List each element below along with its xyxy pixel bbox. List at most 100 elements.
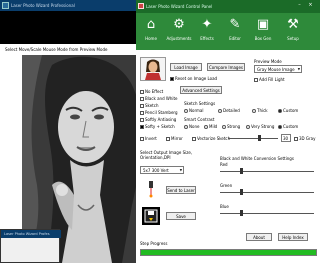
3d-gray-box[interactable]: [294, 136, 298, 141]
radio-circle[interactable]: [278, 124, 282, 129]
contrast-custom-radio[interactable]: Custom: [278, 124, 298, 129]
radio-circle[interactable]: [278, 108, 282, 113]
effect-option-label: Black and White: [145, 96, 178, 101]
sketch-detailed-radio[interactable]: Detailed: [218, 108, 240, 113]
about-button[interactable]: About: [246, 233, 272, 241]
toolbar-effects-button[interactable]: ✦ Effects: [194, 16, 220, 48]
radio-circle[interactable]: [184, 124, 188, 129]
contrast-none-radio[interactable]: None: [184, 124, 199, 129]
toolbar-box-gen-button[interactable]: ▣ Box Gen: [250, 16, 276, 48]
advanced-settings-button[interactable]: Advanced Settings: [180, 86, 222, 94]
effect-option-no-effect[interactable]: No Effect: [140, 89, 163, 94]
toolbar-adjustments-label: Adjustments: [166, 36, 192, 41]
radio-label: None: [189, 124, 200, 129]
effect-option-box[interactable]: [140, 89, 144, 94]
background-window-titlebar[interactable]: Laser Photo Wizard Professional: [0, 0, 150, 11]
vectorize-label: Vectorize Sketch: [197, 136, 231, 141]
effect-option-softly[interactable]: Softly Antiasing: [140, 117, 176, 122]
red-label: Red: [220, 162, 228, 167]
reset-on-load-label: Reset on Image Load: [175, 76, 218, 81]
mirror-checkbox[interactable]: Mirror: [166, 136, 183, 141]
minimize-icon[interactable]: –: [296, 3, 303, 9]
secondary-window-title: Laser Photo Wizard Profes: [4, 232, 50, 236]
help-index-button[interactable]: Help Index: [278, 233, 308, 241]
invert-checkbox[interactable]: Invert: [140, 136, 157, 141]
effect-option-box[interactable]: [140, 103, 144, 108]
save-button[interactable]: Save: [166, 212, 196, 220]
compare-images-button[interactable]: Compare Images: [207, 63, 245, 71]
radio-label: Normal: [189, 108, 204, 113]
invert-box[interactable]: [140, 136, 144, 141]
radio-circle[interactable]: [204, 124, 208, 129]
chevron-down-icon: ▼: [179, 168, 182, 172]
mirror-box[interactable]: [166, 136, 170, 141]
slider-3d[interactable]: [228, 135, 278, 141]
blue-slider[interactable]: [220, 210, 314, 216]
effect-option-label: No Effect: [145, 89, 164, 94]
effect-option-label: Sketch: [145, 103, 159, 108]
green-slider[interactable]: [220, 189, 314, 195]
red-slider[interactable]: [220, 168, 314, 174]
effect-option-black-and-white[interactable]: Black and White: [140, 96, 178, 101]
toolbar-box-gen-label: Box Gen: [254, 36, 272, 41]
contrast-very-strong-radio[interactable]: Very Strong: [246, 124, 274, 129]
effect-option-sketch[interactable]: Sketch: [140, 103, 158, 108]
toolbar-setup-button[interactable]: ⚒ Setup: [280, 16, 306, 48]
invert-label: Invert: [145, 136, 157, 141]
toolbar-setup-label: Setup: [287, 36, 299, 41]
sketch-normal-radio[interactable]: Normal: [184, 108, 203, 113]
contrast-mild-radio[interactable]: Mild: [204, 124, 217, 129]
slider-thumb[interactable]: [240, 168, 243, 174]
control-panel-titlebar[interactable]: Laser Photo Wizard Control Panel – ×: [136, 0, 320, 13]
bw-settings-label: Black and White Conversion Settings: [220, 156, 294, 161]
toolbar-editor-button[interactable]: ✎ Editor: [222, 16, 248, 48]
add-fill-light-label: Add Fill Light: [259, 77, 285, 82]
radio-circle[interactable]: [184, 108, 188, 113]
radio-circle[interactable]: [218, 108, 222, 113]
load-image-button[interactable]: Load Image: [170, 63, 202, 71]
effect-option-pencil[interactable]: Pencil Stamberg: [140, 110, 178, 115]
vectorize-box[interactable]: [192, 136, 196, 141]
slider-thumb[interactable]: [240, 210, 243, 216]
sketch-custom-radio[interactable]: Custom: [278, 108, 298, 113]
sketch-thick-radio[interactable]: Thick: [252, 108, 268, 113]
image-thumbnail: [140, 57, 166, 81]
vectorize-sketch-checkbox[interactable]: Vectorize Sketch: [192, 136, 230, 141]
slider-thumb[interactable]: [240, 189, 243, 195]
chevron-down-icon: ▼: [297, 67, 300, 71]
reset-on-load-box[interactable]: [170, 76, 174, 81]
blue-label: Blue: [220, 204, 229, 209]
radio-circle[interactable]: [246, 124, 250, 129]
effect-option-box[interactable]: [140, 117, 144, 122]
add-fill-light-box[interactable]: [254, 77, 258, 82]
control-panel-title: Laser Photo Wizard Control Panel: [146, 4, 213, 9]
output-size-select[interactable]: 5x7 300 Vert ▼: [140, 166, 184, 174]
portrait-thumbnail: [141, 58, 165, 80]
reset-on-load-checkbox[interactable]: Reset on Image Load: [170, 76, 217, 81]
radio-label: Mild: [209, 124, 218, 129]
send-to-laser-button[interactable]: Send to Laser: [166, 186, 196, 194]
slider-track: [220, 213, 314, 214]
toolbar-home-button[interactable]: ⌂ Home: [138, 16, 164, 48]
radio-circle[interactable]: [222, 124, 226, 129]
effect-option-box[interactable]: [140, 124, 144, 129]
effect-option-box[interactable]: [140, 96, 144, 101]
3d-gray-checkbox[interactable]: 3D Gray: [294, 136, 315, 141]
control-panel-window: Laser Photo Wizard Control Panel – × ⌂ H…: [136, 0, 320, 263]
close-icon[interactable]: ×: [307, 3, 314, 9]
effect-option-softy-sketch[interactable]: Softy + Sketch: [140, 124, 175, 129]
effect-option-box[interactable]: [140, 110, 144, 115]
effect-option-label: Pencil Stamberg: [145, 110, 178, 115]
add-fill-light-checkbox[interactable]: Add Fill Light: [254, 77, 285, 82]
radio-circle[interactable]: [252, 108, 256, 113]
dimension-input[interactable]: 30: [281, 134, 291, 142]
save-icon-graphic: [144, 209, 158, 223]
contrast-strong-radio[interactable]: Strong: [222, 124, 240, 129]
secondary-window-titlebar[interactable]: Laser Photo Wizard Profes: [1, 230, 61, 238]
toolbar-adjustments-button[interactable]: ⚙ Adjustments: [166, 16, 192, 48]
preview-mode-select[interactable]: Gray Mouse Image ▼: [254, 65, 302, 73]
radio-label: Detailed: [223, 108, 240, 113]
slider-thumb[interactable]: [258, 135, 261, 141]
setup-icon: ⚒: [287, 17, 299, 32]
save-icon: [142, 207, 160, 225]
